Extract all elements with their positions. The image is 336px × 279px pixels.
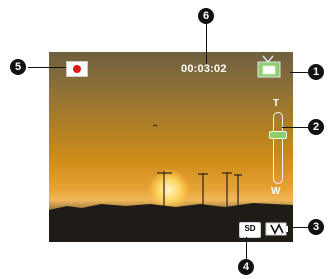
callout-5: 5 (10, 59, 26, 75)
zoom-bar (273, 112, 283, 184)
record-mode-icon (66, 61, 88, 77)
callout-line-1 (290, 72, 308, 73)
callout-line-5 (28, 67, 66, 68)
zoom-tele-label: T (273, 98, 280, 109)
zoom-wide-label: W (271, 186, 281, 197)
callout-4: 4 (238, 259, 254, 275)
callout-line-6 (206, 24, 207, 64)
sd-card-label: SD (244, 224, 256, 233)
callout-3: 3 (308, 219, 324, 235)
callout-line-3 (291, 227, 308, 228)
scene-mode-icon (257, 55, 281, 78)
record-dot (73, 65, 81, 73)
callout-6: 6 (198, 8, 214, 24)
sd-card-icon: SD (239, 222, 261, 238)
zoom-indicator (269, 131, 287, 139)
battery-icon (265, 222, 288, 236)
callout-line-2 (282, 127, 308, 128)
record-timer: 00:03:02 (181, 63, 227, 75)
callout-1: 1 (308, 64, 324, 80)
callout-line-4 (246, 237, 247, 259)
callout-2: 2 (308, 119, 324, 135)
camera-preview-screen: 00:03:02 T W SD (49, 52, 293, 242)
scene-silhouettes (49, 124, 293, 242)
